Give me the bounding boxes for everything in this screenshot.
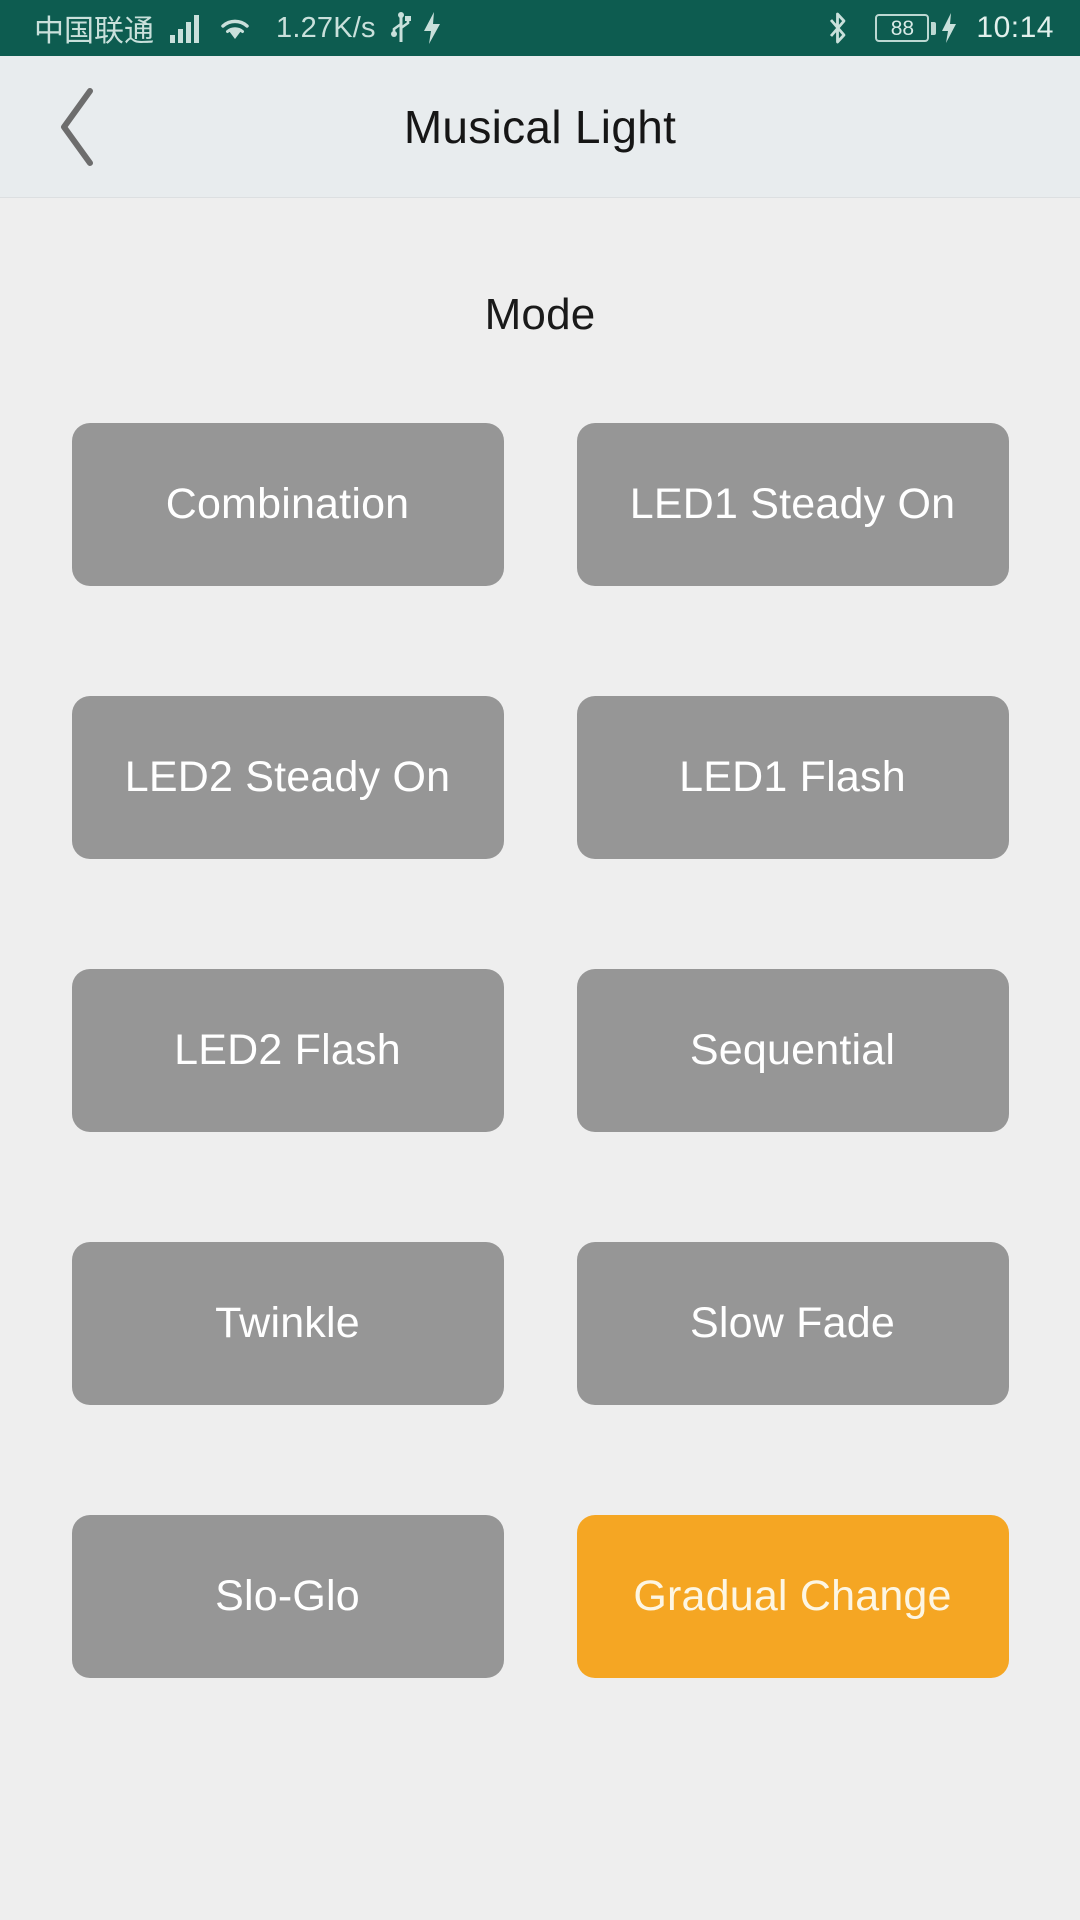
status-bar-left: 中国联通 1.27K/s: [34, 6, 442, 50]
charging-bolt-icon: [422, 12, 442, 44]
status-bar: 中国联通 1.27K/s 88 10:14: [0, 0, 1080, 56]
charging-bolt-icon: [940, 13, 958, 43]
signal-bars-icon: [170, 13, 206, 43]
mode-button-sequential[interactable]: Sequential: [576, 969, 1009, 1132]
mode-button-grid: Combination LED1 Steady On LED2 Steady O…: [0, 423, 1080, 1678]
usb-icon: [390, 12, 412, 44]
wifi-icon: [216, 13, 254, 43]
mode-button-combination[interactable]: Combination: [71, 423, 504, 586]
page-title: Musical Light: [403, 100, 677, 153]
mode-button-slo-glo[interactable]: Slo-Glo: [71, 1515, 504, 1678]
mode-button-led1-flash[interactable]: LED1 Flash: [576, 696, 1009, 859]
app-header: Musical Light: [0, 56, 1080, 198]
battery-icon: 88: [875, 14, 937, 42]
back-button[interactable]: [30, 56, 126, 197]
carrier-label: 中国联通: [34, 15, 154, 48]
clock-label: 10:14: [976, 11, 1054, 44]
mode-button-led2-steady-on[interactable]: LED2 Steady On: [71, 696, 504, 859]
status-bar-right: 88 10:14: [825, 11, 1054, 45]
back-chevron-icon: [61, 87, 93, 166]
main-content: Mode Combination LED1 Steady On LED2 Ste…: [0, 198, 1080, 1920]
bluetooth-icon: [825, 11, 851, 45]
mode-button-slow-fade[interactable]: Slow Fade: [576, 1242, 1009, 1405]
mode-button-twinkle[interactable]: Twinkle: [71, 1242, 504, 1405]
mode-button-led2-flash[interactable]: LED2 Flash: [71, 969, 504, 1132]
network-speed-label: 1.27K/s: [276, 11, 376, 44]
section-title-mode: Mode: [484, 290, 596, 339]
mode-button-gradual-change[interactable]: Gradual Change: [576, 1515, 1009, 1678]
mode-button-led1-steady-on[interactable]: LED1 Steady On: [576, 423, 1009, 586]
battery-level-label: 88: [890, 16, 915, 40]
